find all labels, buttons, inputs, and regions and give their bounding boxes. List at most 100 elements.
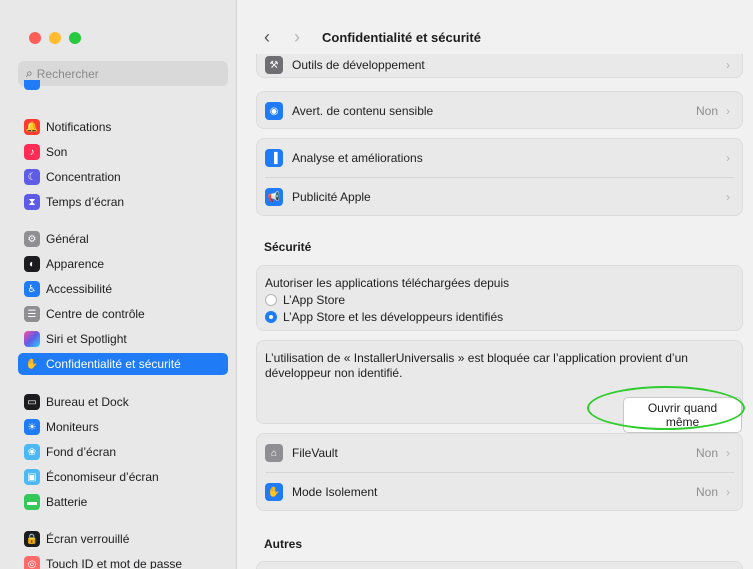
zoom-window-button[interactable]: [69, 32, 81, 44]
filevault-lockdown-group: ⌂ FileVault Non › ✋ Mode Isolement Non ›: [256, 433, 743, 511]
partial-icon: [24, 80, 40, 90]
sidebar: ⌕ 🔔 Notifications ♪ Son ☾ Concentration …: [0, 0, 237, 569]
sidebar-item-label: Temps d’écran: [46, 195, 125, 209]
sidebar-item-touch-id[interactable]: ◎ Touch ID et mot de passe: [18, 553, 228, 569]
dev-tools-label: Outils de développement: [292, 58, 425, 72]
hammer-icon: ⚒: [265, 56, 283, 74]
minimize-window-button[interactable]: [49, 32, 61, 44]
lockdown-row[interactable]: ✋ Mode Isolement Non ›: [257, 473, 742, 511]
sidebar-item-label: Écran verrouillé: [46, 532, 130, 546]
radio-app-store-developers[interactable]: L’App Store et les développeurs identifi…: [265, 310, 503, 324]
highlight-annotation: [587, 386, 745, 430]
analytics-row[interactable]: ▐ Analyse et améliorations ›: [257, 139, 742, 177]
sensitive-content-group: ◉ Avert. de contenu sensible Non ›: [256, 91, 743, 129]
sidebar-item-label: Batterie: [46, 495, 88, 509]
sidebar-item-wallpaper[interactable]: ❀ Fond d’écran: [18, 441, 228, 463]
close-window-button[interactable]: [29, 32, 41, 44]
dev-tools-row[interactable]: ⚒ Outils de développement ›: [257, 54, 742, 77]
sidebar-item-partial[interactable]: [18, 80, 228, 92]
radio-button-app-store-developers[interactable]: [265, 311, 277, 323]
apple-ads-row[interactable]: 📢 Publicité Apple ›: [257, 178, 742, 216]
sensitive-content-row[interactable]: ◉ Avert. de contenu sensible Non ›: [257, 92, 742, 130]
sidebar-item-label: Bureau et Dock: [46, 395, 129, 409]
sensitive-content-right: Non ›: [696, 104, 730, 118]
hand-icon: ✋: [24, 356, 40, 372]
sidebar-item-label: Fond d’écran: [46, 445, 117, 459]
sidebar-item-siri[interactable]: Siri et Spotlight: [18, 328, 228, 350]
sidebar-item-battery[interactable]: ▬ Batterie: [18, 491, 228, 513]
battery-icon: ▬: [24, 494, 40, 510]
sidebar-item-desktop-dock[interactable]: ▭ Bureau et Dock: [18, 391, 228, 413]
others-section-title: Autres: [264, 537, 303, 551]
accessibility-icon: ♿: [24, 281, 40, 297]
sidebar-item-label: Notifications: [46, 120, 112, 134]
filevault-value: Non: [695, 446, 718, 460]
lockdown-label: Mode Isolement: [292, 485, 378, 499]
traffic-lights: [29, 32, 81, 44]
sidebar-item-accessibility[interactable]: ♿ Accessibilité: [18, 278, 228, 300]
settings-window: ⌕ 🔔 Notifications ♪ Son ☾ Concentration …: [0, 0, 753, 569]
toggles-icon: ☰: [24, 306, 40, 322]
megaphone-icon: 📢: [265, 188, 283, 206]
sidebar-item-label: Accessibilité: [46, 282, 113, 296]
search-input[interactable]: [36, 66, 217, 81]
forward-button[interactable]: ›: [286, 27, 308, 48]
allow-apps-group: Autoriser les applications téléchargées …: [256, 265, 743, 331]
sidebar-item-appearance[interactable]: ◐ Apparence: [18, 253, 228, 275]
sidebar-item-label: Confidentialité et sécurité: [46, 357, 181, 371]
lockdown-value: Non: [695, 485, 718, 499]
sidebar-item-privacy-security[interactable]: ✋ Confidentialité et sécurité: [18, 353, 228, 375]
chevron-right-icon: ›: [726, 190, 730, 204]
analytics-label: Analyse et améliorations: [292, 151, 423, 165]
security-section-title: Sécurité: [264, 240, 312, 254]
lock-icon: 🔒: [24, 531, 40, 547]
radio-button-app-store[interactable]: [265, 294, 277, 306]
back-button[interactable]: ‹: [256, 27, 278, 48]
analytics-ads-group: ▐ Analyse et améliorations › 📢 Publicité…: [256, 138, 743, 216]
apple-ads-label: Publicité Apple: [292, 190, 371, 204]
chevron-right-icon: ›: [726, 446, 730, 460]
filevault-right: Non ›: [696, 446, 730, 460]
sidebar-item-focus[interactable]: ☾ Concentration: [18, 166, 228, 188]
sidebar-item-general[interactable]: ⚙ Général: [18, 228, 228, 250]
others-group-partial: [256, 561, 743, 569]
sidebar-item-control-center[interactable]: ☰ Centre de contrôle: [18, 303, 228, 325]
chevron-right-icon: ›: [726, 485, 730, 499]
sidebar-item-screen-time[interactable]: ⧗ Temps d’écran: [18, 191, 228, 213]
radio-label-app-store: L’App Store: [283, 293, 346, 307]
sidebar-item-label: Apparence: [46, 257, 105, 271]
sidebar-item-label: Centre de contrôle: [46, 307, 145, 321]
lockdown-right: Non ›: [696, 485, 730, 499]
speaker-icon: ♪: [24, 144, 40, 160]
hourglass-icon: ⧗: [24, 194, 40, 210]
sidebar-item-label: Économiseur d’écran: [46, 470, 159, 484]
sidebar-item-label: Son: [46, 145, 68, 159]
chevron-right-icon: ›: [726, 104, 730, 118]
radio-app-store[interactable]: L’App Store: [265, 293, 345, 307]
sidebar-item-label: Touch ID et mot de passe: [46, 557, 183, 569]
sidebar-item-notifications[interactable]: 🔔 Notifications: [18, 116, 228, 138]
sidebar-item-screensaver[interactable]: ▣ Économiseur d’écran: [18, 466, 228, 488]
sidebar-item-lock-screen[interactable]: 🔒 Écran verrouillé: [18, 528, 228, 550]
filevault-label: FileVault: [292, 446, 338, 460]
hand-icon: ✋: [265, 483, 283, 501]
dock-icon: ▭: [24, 394, 40, 410]
search-icon: ⌕: [26, 66, 33, 80]
dev-tools-group: ⚒ Outils de développement ›: [256, 54, 743, 78]
dev-tools-right: ›: [718, 58, 730, 72]
analytics-right: ›: [718, 151, 730, 165]
filevault-row[interactable]: ⌂ FileVault Non ›: [257, 434, 742, 472]
sidebar-item-sound[interactable]: ♪ Son: [18, 141, 228, 163]
fingerprint-icon: ◎: [24, 556, 40, 569]
chevron-right-icon: ›: [726, 58, 730, 72]
main-pane: ‹ › Confidentialité et sécurité ⚒ Outils…: [237, 0, 753, 569]
eye-icon: ◉: [265, 102, 283, 120]
sidebar-item-label: Siri et Spotlight: [46, 332, 127, 346]
sensitive-content-value: Non: [695, 104, 718, 118]
bar-chart-icon: ▐: [265, 149, 283, 167]
sidebar-item-displays[interactable]: ☀ Moniteurs: [18, 416, 228, 438]
screensaver-icon: ▣: [24, 469, 40, 485]
sensitive-content-label: Avert. de contenu sensible: [292, 104, 434, 118]
bell-icon: 🔔: [24, 119, 40, 135]
sidebar-item-label: Concentration: [46, 170, 121, 184]
